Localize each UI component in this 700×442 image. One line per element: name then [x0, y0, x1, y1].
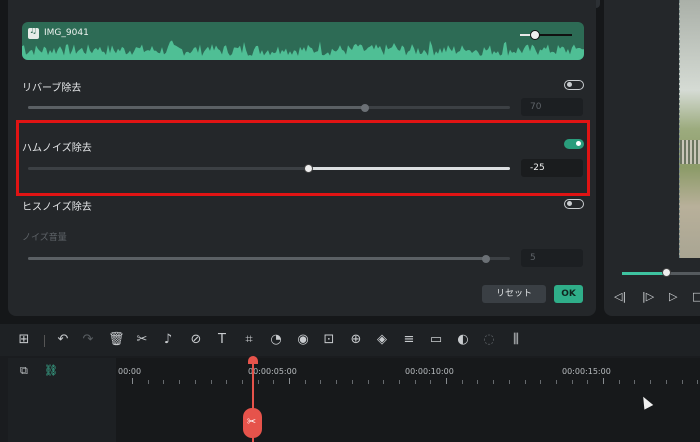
- clip-volume-knob[interactable]: [530, 30, 540, 40]
- ruler-tick: [603, 378, 604, 384]
- play-icon[interactable]: ▷: [669, 290, 677, 303]
- motion-icon[interactable]: ◌: [481, 332, 497, 347]
- ruler-tick: [351, 380, 353, 384]
- ruler-tick: [398, 380, 400, 384]
- zoom-icon[interactable]: ⊕: [348, 332, 364, 347]
- ruler-tick: [430, 380, 432, 384]
- timeline-toolbar: ⊞ ↶ ↷ 🗑 ✂ ♪ ⊘ T ⌗ ◔ ◉ ⊡ ⊕ ◈ ≡ ▭ ◐ ◌ ⫼: [0, 324, 700, 356]
- ruler-tick: [477, 380, 479, 384]
- color-icon[interactable]: ◉: [295, 332, 311, 347]
- audio-wave-icon[interactable]: ⫼: [508, 332, 524, 347]
- ruler-tick: [634, 380, 636, 384]
- ruler-tick: [618, 380, 620, 384]
- video-preview: [679, 0, 700, 258]
- ruler-tick: [650, 380, 652, 384]
- ruler-tick: [304, 380, 306, 384]
- playhead-scissors-handle[interactable]: [243, 408, 262, 438]
- ruler-tick: [226, 380, 228, 384]
- play-step-icon[interactable]: |▷: [642, 290, 654, 303]
- adjust-icon[interactable]: ≡: [401, 332, 417, 347]
- audio-waveform: [22, 40, 584, 60]
- playhead-marker[interactable]: [248, 356, 258, 364]
- mask-icon[interactable]: ◈: [374, 332, 390, 347]
- time-label-10: 00:00:10:00: [405, 367, 454, 376]
- voice-icon[interactable]: ◐: [455, 332, 471, 347]
- ok-button[interactable]: OK: [554, 285, 583, 303]
- reverb-slider-fill: [28, 106, 365, 109]
- ruler-tick: [681, 380, 683, 384]
- add-track-icon[interactable]: ⧉: [20, 364, 28, 378]
- highlight-box: [16, 120, 590, 196]
- ruler-tick: [194, 380, 196, 384]
- ruler-tick: [179, 380, 181, 384]
- reset-button[interactable]: リセット: [482, 285, 546, 303]
- text-icon[interactable]: T: [214, 332, 230, 347]
- noise-volume-label: ノイズ音量: [22, 233, 67, 243]
- ruler-tick: [132, 378, 133, 384]
- audio-clip-name: IMG_9041: [44, 28, 89, 38]
- ruler-tick: [571, 380, 573, 384]
- ruler-tick: [493, 380, 495, 384]
- ruler-tick: [461, 380, 463, 384]
- ruler-tick: [273, 380, 275, 384]
- ruler-tick: [524, 380, 526, 384]
- link-icon[interactable]: ⛓: [44, 364, 58, 377]
- ruler-tick: [540, 380, 542, 384]
- reverb-slider-knob[interactable]: [361, 104, 369, 112]
- ruler-tick: [508, 380, 510, 384]
- noise-volume-value-field[interactable]: 5: [521, 249, 583, 267]
- ruler-tick: [383, 380, 385, 384]
- reverb-label: リバーブ除去: [22, 83, 82, 94]
- ruler-tick: [414, 380, 416, 384]
- audio-clip-preview: IMG_9041: [22, 22, 584, 60]
- ruler-tick: [147, 380, 149, 384]
- hiss-label: ヒスノイズ除去: [22, 202, 92, 213]
- hiss-toggle[interactable]: [564, 199, 584, 209]
- ruler-tick: [163, 380, 165, 384]
- layout-icon[interactable]: ⊞: [16, 332, 32, 347]
- time-label-0: 00:00: [118, 367, 142, 376]
- stop-icon[interactable]: □: [692, 290, 700, 303]
- ruler-tick: [289, 378, 290, 384]
- tag-icon[interactable]: ⊘: [188, 332, 204, 347]
- ruler-tick: [336, 380, 338, 384]
- time-label-15: 00:00:15:00: [562, 367, 611, 376]
- playback-progress-fill: [622, 272, 666, 275]
- undo-icon[interactable]: ↶: [55, 332, 71, 347]
- ruler-tick: [446, 378, 447, 384]
- prev-frame-icon[interactable]: ◁|: [614, 290, 626, 303]
- ruler-tick: [665, 380, 667, 384]
- noise-volume-slider-knob[interactable]: [482, 255, 490, 263]
- toolbar-divider: [44, 335, 45, 347]
- toggle-dot: [567, 201, 572, 206]
- reverb-toggle[interactable]: [564, 80, 584, 90]
- speed-icon[interactable]: ◔: [268, 332, 284, 347]
- waveform-shape: [22, 40, 584, 60]
- ruler-tick: [210, 380, 212, 384]
- ruler-tick: [241, 380, 243, 384]
- keyframe-icon[interactable]: ▭: [428, 332, 444, 347]
- delete-icon[interactable]: 🗑: [108, 332, 125, 347]
- ruler-tick: [257, 380, 259, 384]
- ruler-tick: [587, 380, 589, 384]
- audio-split-icon[interactable]: ♪: [160, 332, 176, 347]
- playback-progress-knob[interactable]: [662, 268, 671, 277]
- toggle-dot: [567, 82, 572, 87]
- ruler-tick: [555, 380, 557, 384]
- ruler-tick: [367, 380, 369, 384]
- ruler-tick: [320, 380, 322, 384]
- noise-volume-slider-fill: [28, 257, 486, 260]
- time-label-5: 00:00:05:00: [248, 367, 297, 376]
- stabilize-icon[interactable]: ⊡: [321, 332, 337, 347]
- cut-icon[interactable]: ✂: [134, 332, 150, 347]
- ruler-tick: [697, 380, 699, 384]
- redo-icon[interactable]: ↷: [80, 332, 96, 347]
- reverb-value-field[interactable]: 70: [521, 98, 583, 116]
- crop-icon[interactable]: ⌗: [241, 332, 257, 347]
